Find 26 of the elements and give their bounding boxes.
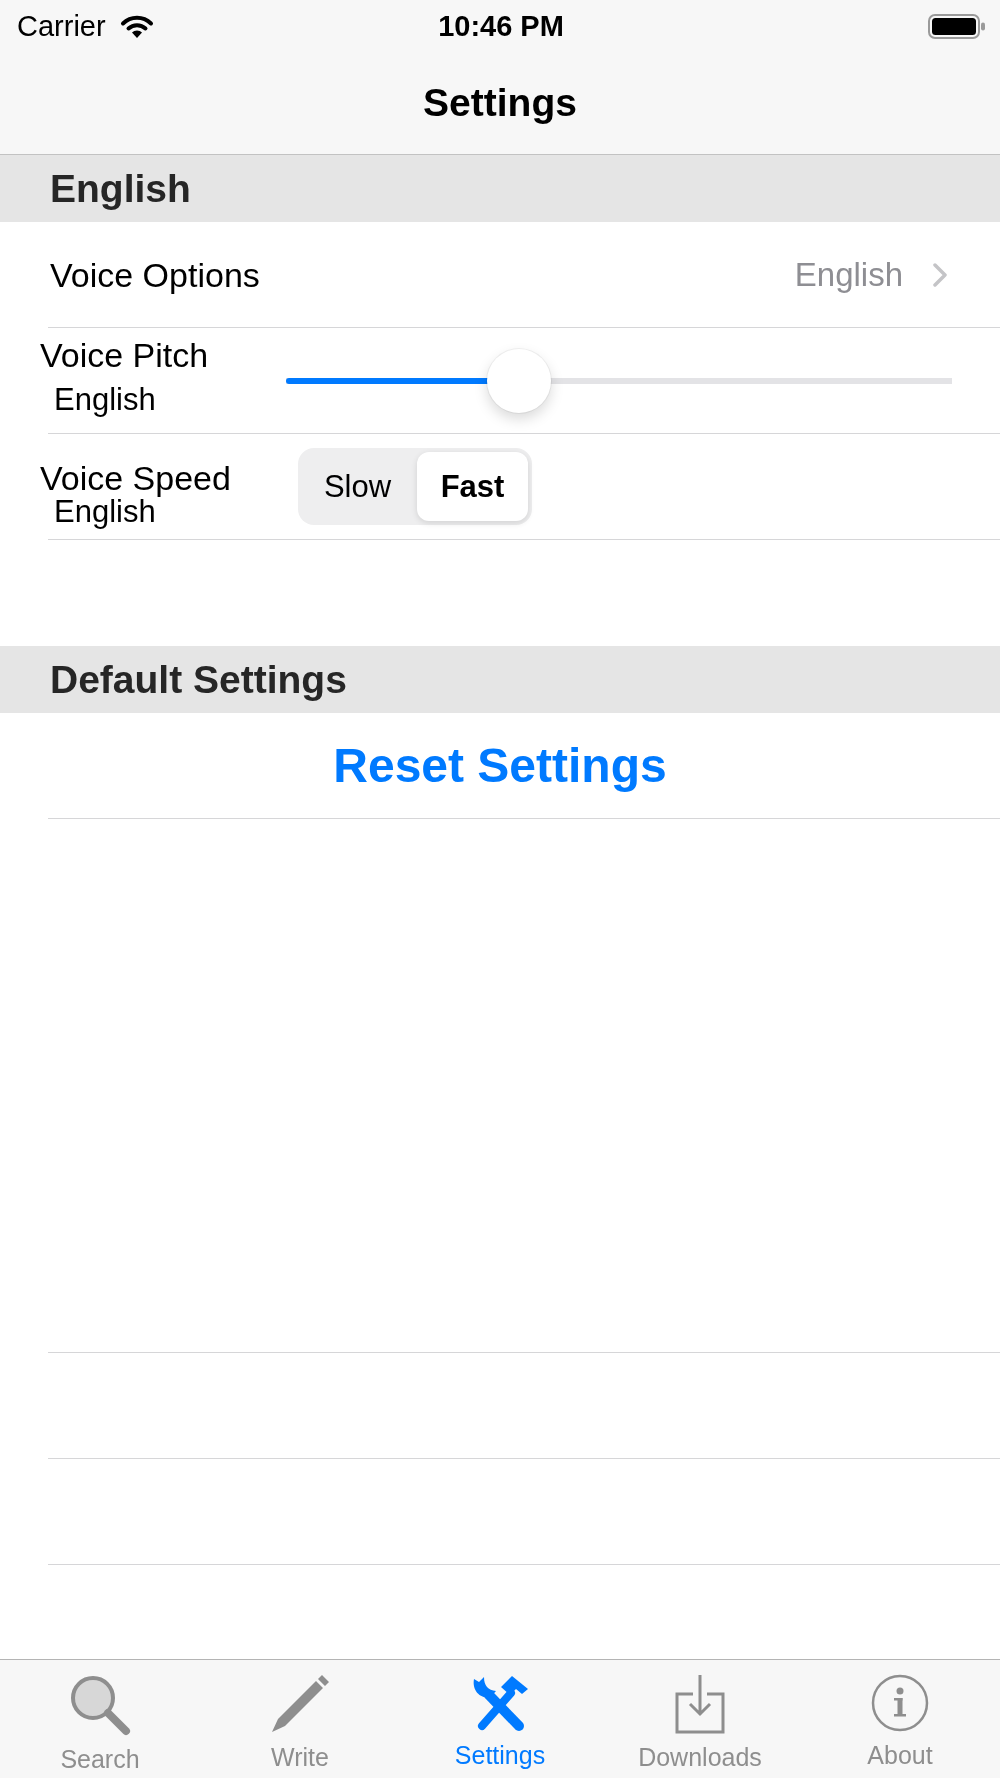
reset-settings-button[interactable]: Reset Settings: [333, 737, 667, 794]
section-header: English: [0, 155, 1000, 222]
setting-label: Voice Pitch: [40, 335, 209, 375]
section-header: Default Settings: [0, 646, 1000, 713]
wrench-and-hammer-icon: [471, 1674, 529, 1732]
download-icon: [675, 1674, 725, 1734]
setting-value: English: [794, 254, 903, 295]
tab-item[interactable]: About: [800, 1660, 1000, 1778]
carrier-name: Carrier: [17, 9, 106, 43]
tab-item[interactable]: Settings: [400, 1660, 600, 1778]
battery-icon: [928, 13, 985, 39]
tab-item[interactable]: Downloads: [600, 1660, 800, 1778]
pencil-icon: [270, 1674, 330, 1734]
status-time: 10:46 PM: [438, 9, 564, 43]
setting-sublabel: English: [54, 382, 156, 418]
setting-label: Voice Options: [50, 254, 261, 295]
slider-thumb[interactable]: [487, 348, 552, 413]
info-icon: [871, 1674, 929, 1732]
segment-option[interactable]: Slow: [302, 452, 413, 521]
chevron-right-icon[interactable]: [933, 262, 947, 287]
tab-item[interactable]: Write: [200, 1660, 400, 1778]
segment-option[interactable]: Fast: [417, 452, 528, 521]
search-icon: [69, 1674, 131, 1736]
nav-title: Settings: [423, 80, 577, 126]
tab-item[interactable]: Search: [0, 1660, 200, 1778]
wifi-icon: [118, 13, 155, 39]
